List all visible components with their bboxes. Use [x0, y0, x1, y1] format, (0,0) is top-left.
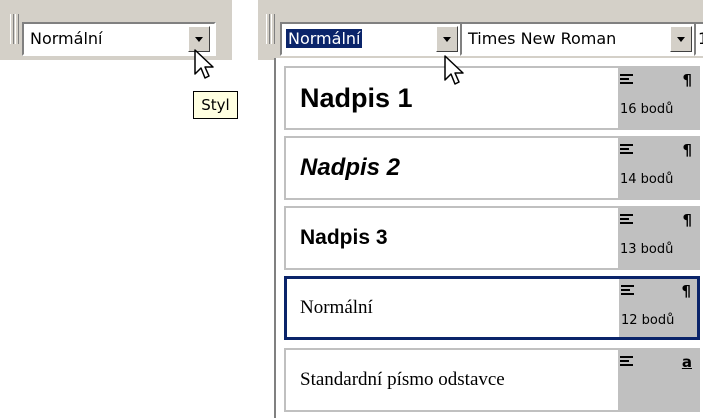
pilcrow-icon: ¶ — [681, 282, 691, 300]
font-combo-value: Times New Roman — [468, 29, 617, 48]
toolbar-grip[interactable] — [15, 14, 19, 44]
align-left-icon — [620, 356, 633, 366]
pilcrow-icon: ¶ — [682, 211, 692, 229]
toolbar-grip[interactable] — [266, 14, 270, 44]
style-item-standardni-pismo-odstavce[interactable]: Standardní písmo odstavce a — [284, 348, 700, 412]
align-left-icon — [620, 214, 633, 224]
style-item-nadpis-1[interactable]: Nadpis 1 ¶ 16 bodů — [284, 66, 700, 130]
style-size: 16 bodů — [620, 102, 674, 117]
style-name: Nadpis 2 — [300, 154, 401, 181]
style-item-nadpis-2[interactable]: Nadpis 2 ¶ 14 bodů — [284, 136, 700, 200]
style-info: ¶ 14 bodů — [618, 138, 698, 198]
style-size: 14 bodů — [620, 172, 674, 187]
align-left-icon — [620, 74, 633, 84]
style-combo-value: Normální — [30, 29, 103, 48]
toolbar-grip[interactable] — [271, 14, 275, 44]
style-name: Standardní písmo odstavce — [300, 369, 505, 390]
character-style-icon: a — [681, 353, 692, 371]
pilcrow-icon: ¶ — [682, 71, 692, 89]
style-dropdown-button[interactable] — [188, 26, 210, 52]
style-combo[interactable]: Normální — [22, 22, 216, 56]
align-left-icon — [620, 144, 633, 154]
style-dropdown-button[interactable] — [436, 26, 458, 52]
font-dropdown-button[interactable] — [670, 26, 692, 52]
font-size-value: 1 — [698, 29, 703, 48]
toolbar-grip[interactable] — [10, 14, 14, 44]
style-name: Normální — [300, 297, 373, 318]
formatting-toolbar: Normální Times New Roman 1 — [258, 0, 703, 60]
style-item-nadpis-3[interactable]: Nadpis 3 ¶ 13 bodů — [284, 206, 700, 270]
style-size: 12 bodů — [621, 313, 675, 328]
style-info: ¶ 12 bodů — [619, 279, 697, 337]
style-dropdown-list: Nadpis 1 ¶ 16 bodů Nadpis 2 ¶ 14 bodů Na… — [274, 58, 703, 418]
font-size-combo[interactable]: 1 — [694, 22, 703, 56]
left-toolbar: Normální — [0, 0, 232, 60]
style-info: ¶ 16 bodů — [618, 68, 698, 128]
style-tooltip: Styl — [193, 91, 238, 119]
style-name: Nadpis 1 — [300, 83, 413, 113]
style-item-normalni[interactable]: Normální ¶ 12 bodů — [284, 276, 700, 340]
font-combo[interactable]: Times New Roman — [460, 22, 696, 56]
style-combo-value: Normální — [286, 29, 363, 48]
style-size: 13 bodů — [620, 242, 674, 257]
style-info: ¶ 13 bodů — [618, 208, 698, 268]
align-left-icon — [621, 285, 634, 295]
style-combo-open[interactable]: Normální — [280, 22, 472, 56]
pilcrow-icon: ¶ — [682, 141, 692, 159]
style-name: Nadpis 3 — [300, 226, 388, 249]
style-info: a — [618, 350, 698, 410]
